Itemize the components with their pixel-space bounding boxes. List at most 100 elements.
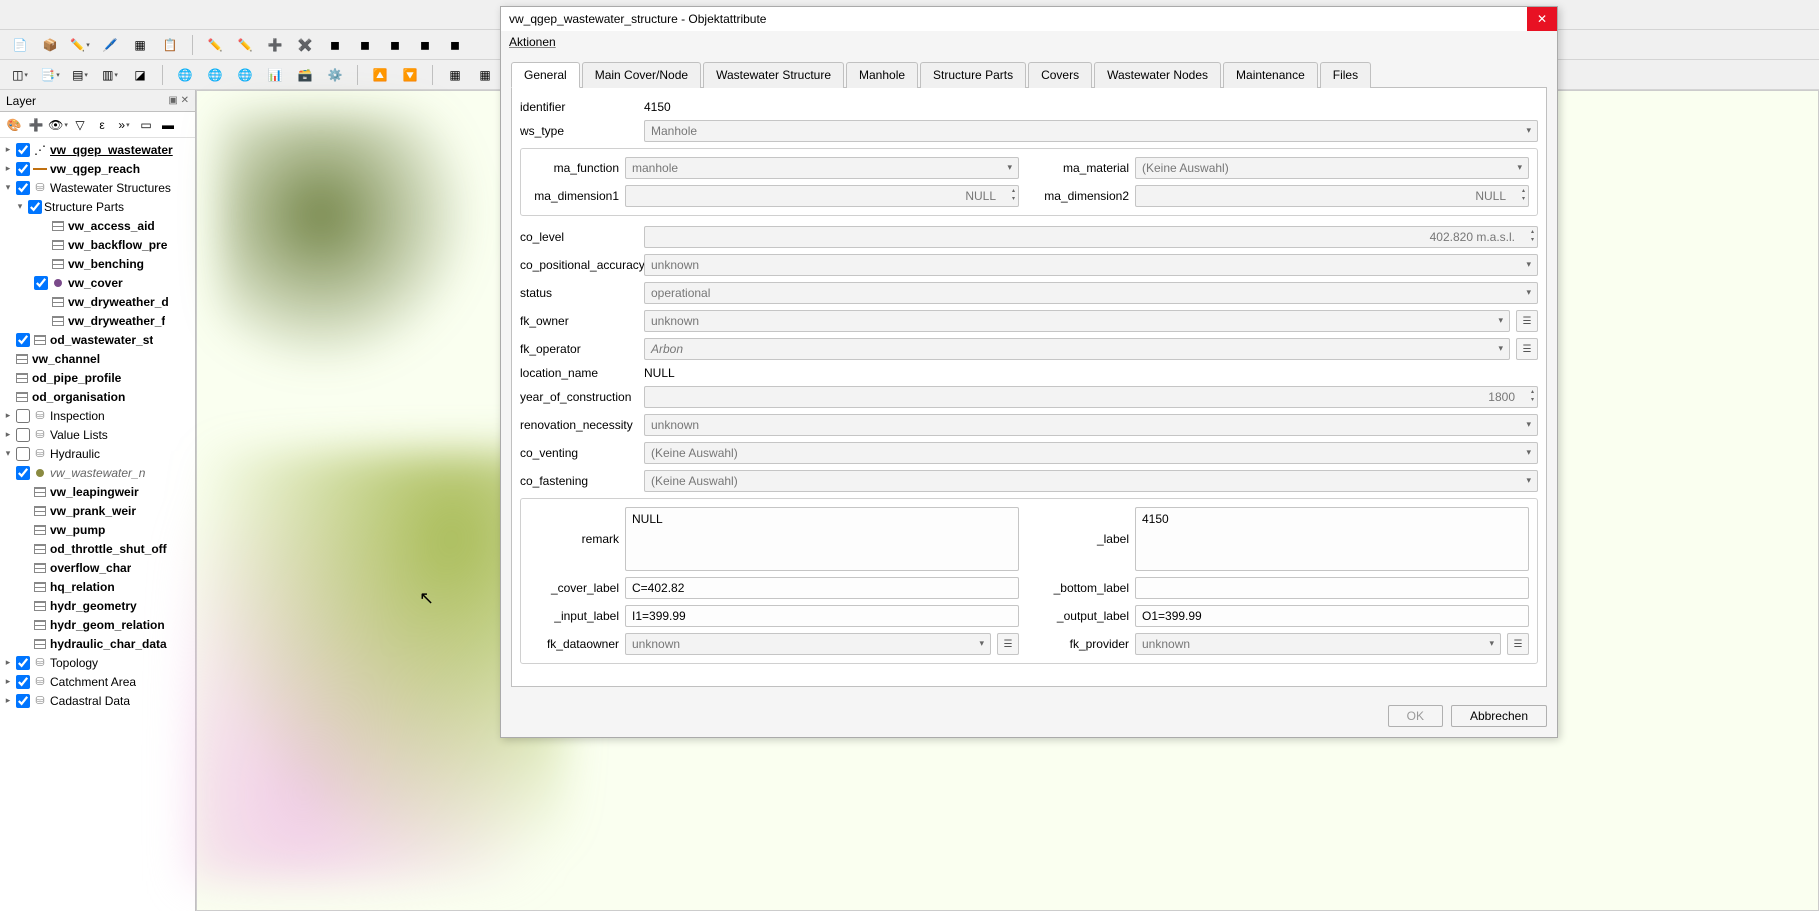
close-button[interactable]: ✕ bbox=[1527, 7, 1557, 31]
cancel-button[interactable]: Abbrechen bbox=[1451, 705, 1547, 727]
layer-item[interactable]: vw_pump bbox=[50, 523, 105, 537]
layer-item[interactable]: vw_channel bbox=[32, 352, 100, 366]
ws-type-combo[interactable]: Manhole bbox=[644, 120, 1538, 142]
layer-check[interactable] bbox=[16, 409, 30, 423]
add-group-icon[interactable]: ➕ bbox=[26, 115, 46, 135]
tb-icon[interactable]: ◼ bbox=[383, 33, 407, 57]
fk-provider-edit-button[interactable]: ☰ bbox=[1507, 633, 1529, 655]
tb-icon[interactable]: ◼ bbox=[443, 33, 467, 57]
remove-icon[interactable]: ▬ bbox=[158, 115, 178, 135]
layer-group[interactable]: Inspection bbox=[50, 409, 105, 423]
tb-icon[interactable]: 🌐 bbox=[173, 63, 197, 87]
tb-icon[interactable]: ✏️ bbox=[203, 33, 227, 57]
layer-item[interactable]: vw_cover bbox=[68, 276, 123, 290]
fk-dataowner-edit-button[interactable]: ☰ bbox=[997, 633, 1019, 655]
layer-item[interactable]: vw_backflow_pre bbox=[68, 238, 167, 252]
label-textarea[interactable]: 4150 bbox=[1135, 507, 1529, 571]
layer-check[interactable] bbox=[16, 694, 30, 708]
tb-icon[interactable]: 🔽 bbox=[398, 63, 422, 87]
tb-icon[interactable]: ▤ bbox=[68, 63, 92, 87]
ma-dim2-input[interactable]: NULL bbox=[1135, 185, 1529, 207]
layer-group[interactable]: Cadastral Data bbox=[50, 694, 130, 708]
ok-button[interactable]: OK bbox=[1388, 705, 1443, 727]
layer-item[interactable]: od_throttle_shut_off bbox=[50, 542, 167, 556]
layer-check[interactable] bbox=[16, 466, 30, 480]
style-icon[interactable]: 🎨 bbox=[4, 115, 24, 135]
fk-owner-edit-button[interactable]: ☰ bbox=[1516, 310, 1538, 332]
layer-group[interactable]: Hydraulic bbox=[50, 447, 100, 461]
tab-files[interactable]: Files bbox=[1320, 62, 1371, 88]
layer-item[interactable]: overflow_char bbox=[50, 561, 131, 575]
tb-icon[interactable]: 🗃️ bbox=[293, 63, 317, 87]
layer-item[interactable]: vw_prank_weir bbox=[50, 504, 136, 518]
tb-icon[interactable]: ▦ bbox=[128, 33, 152, 57]
layer-group[interactable]: Catchment Area bbox=[50, 675, 136, 689]
tb-icon[interactable]: ✏️ bbox=[68, 33, 92, 57]
co-level-input[interactable]: 402.820 m.a.s.l. bbox=[644, 226, 1538, 248]
layer-check[interactable] bbox=[16, 447, 30, 461]
co-fastening-combo[interactable]: (Keine Auswahl) bbox=[644, 470, 1538, 492]
layer-item[interactable]: hydraulic_char_data bbox=[50, 637, 167, 651]
tab-maintenance[interactable]: Maintenance bbox=[1223, 62, 1318, 88]
tb-icon[interactable]: ➕ bbox=[263, 33, 287, 57]
renovation-combo[interactable]: unknown bbox=[644, 414, 1538, 436]
tb-icon[interactable]: ◼ bbox=[353, 33, 377, 57]
tb-icon[interactable]: ◫ bbox=[8, 63, 32, 87]
ma-function-combo[interactable]: manhole bbox=[625, 157, 1019, 179]
tb-icon[interactable]: ▥ bbox=[98, 63, 122, 87]
dialog-menu[interactable]: Aktionen bbox=[501, 31, 1557, 53]
layer-group[interactable]: Wastewater Structures bbox=[50, 181, 171, 195]
input-label-input[interactable]: I1=399.99 bbox=[625, 605, 1019, 627]
ma-dim1-input[interactable]: NULL bbox=[625, 185, 1019, 207]
output-label-input[interactable]: O1=399.99 bbox=[1135, 605, 1529, 627]
tb-icon[interactable]: ◼ bbox=[323, 33, 347, 57]
layer-item[interactable]: vw_wastewater_n bbox=[50, 466, 145, 480]
status-combo[interactable]: operational bbox=[644, 282, 1538, 304]
cover-label-input[interactable]: C=402.82 bbox=[625, 577, 1019, 599]
tb-icon[interactable]: ⚙️ bbox=[323, 63, 347, 87]
tb-icon[interactable]: 🔼 bbox=[368, 63, 392, 87]
tb-icon[interactable]: 📄 bbox=[8, 33, 32, 57]
tab-main-cover-node[interactable]: Main Cover/Node bbox=[582, 62, 701, 88]
layer-item[interactable]: hq_relation bbox=[50, 580, 115, 594]
layer-item[interactable]: vw_dryweather_f bbox=[68, 314, 165, 328]
tb-icon[interactable]: 📋 bbox=[158, 33, 182, 57]
layer-check[interactable] bbox=[16, 656, 30, 670]
layer-item[interactable]: hydr_geometry bbox=[50, 599, 137, 613]
co-pos-acc-combo[interactable]: unknown bbox=[644, 254, 1538, 276]
tb-icon[interactable]: 🌐 bbox=[233, 63, 257, 87]
tb-icon[interactable]: ▦ bbox=[443, 63, 467, 87]
tab-general[interactable]: General bbox=[511, 62, 580, 88]
visibility-icon[interactable]: 👁 bbox=[48, 115, 68, 135]
tb-icon[interactable]: ◪ bbox=[128, 63, 152, 87]
ma-material-combo[interactable]: (Keine Auswahl) bbox=[1135, 157, 1529, 179]
layer-item[interactable]: od_organisation bbox=[32, 390, 125, 404]
fk-operator-edit-button[interactable]: ☰ bbox=[1516, 338, 1538, 360]
more-icon[interactable]: » bbox=[114, 115, 134, 135]
tb-icon[interactable]: 📊 bbox=[263, 63, 287, 87]
layer-item[interactable]: vw_qgep_reach bbox=[50, 162, 140, 176]
tb-icon[interactable]: 📑 bbox=[38, 63, 62, 87]
tab-manhole[interactable]: Manhole bbox=[846, 62, 918, 88]
layer-item[interactable]: od_pipe_profile bbox=[32, 371, 121, 385]
tb-icon[interactable]: ✏️ bbox=[233, 33, 257, 57]
layer-check[interactable] bbox=[34, 276, 48, 290]
layer-check[interactable] bbox=[16, 143, 30, 157]
tab-covers[interactable]: Covers bbox=[1028, 62, 1092, 88]
layer-check[interactable] bbox=[16, 675, 30, 689]
layer-item[interactable]: vw_leapingweir bbox=[50, 485, 139, 499]
layer-item[interactable]: vw_qgep_wastewater bbox=[50, 143, 173, 157]
year-input[interactable]: 1800 bbox=[644, 386, 1538, 408]
layer-check[interactable] bbox=[16, 181, 30, 195]
layer-item[interactable]: vw_benching bbox=[68, 257, 144, 271]
tb-icon[interactable]: ✖️ bbox=[293, 33, 317, 57]
layer-item[interactable]: vw_access_aid bbox=[68, 219, 155, 233]
layer-group[interactable]: Value Lists bbox=[50, 428, 108, 442]
layer-item[interactable]: vw_dryweather_d bbox=[68, 295, 169, 309]
panel-controls[interactable]: ▣ ✕ bbox=[168, 95, 189, 106]
tab-wastewater-nodes[interactable]: Wastewater Nodes bbox=[1094, 62, 1221, 88]
tb-icon[interactable]: 📦 bbox=[38, 33, 62, 57]
co-venting-combo[interactable]: (Keine Auswahl) bbox=[644, 442, 1538, 464]
layer-check[interactable] bbox=[28, 200, 42, 214]
fk-dataowner-combo[interactable]: unknown bbox=[625, 633, 991, 655]
